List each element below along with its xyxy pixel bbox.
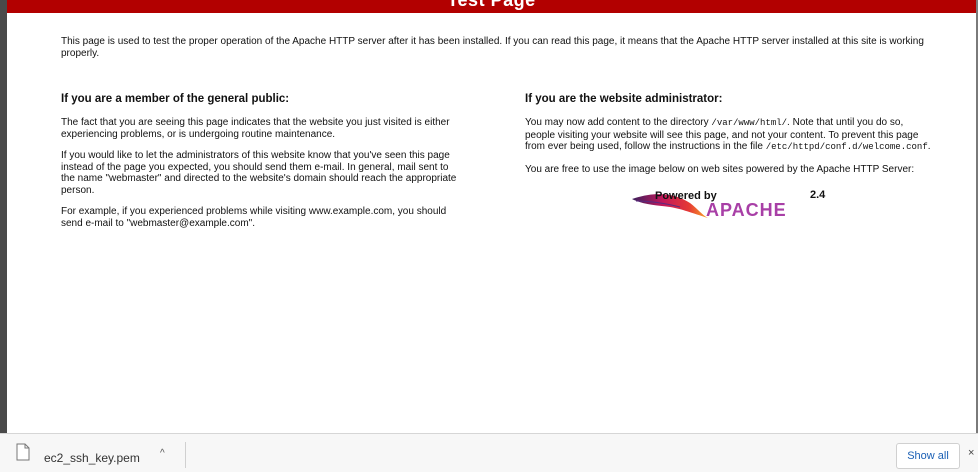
- page-banner: Test Page: [7, 0, 976, 13]
- admin-text: You may now add content to the directory: [525, 117, 712, 128]
- document-icon: [16, 443, 30, 466]
- admin-text: .: [927, 141, 931, 152]
- intro-paragraph: This page is used to test the proper ope…: [61, 36, 924, 59]
- apache-version: 2.4: [810, 189, 826, 201]
- admin-section: If you are the website administrator: Yo…: [525, 93, 935, 223]
- powered-by-apache-badge: Powered by 2.4 APACHE: [630, 187, 830, 223]
- admin-paragraph-2: You are free to use the image below on w…: [525, 163, 915, 175]
- public-paragraph-1: The fact that you are seeing this page i…: [61, 117, 450, 140]
- close-icon[interactable]: ×: [968, 447, 974, 459]
- apache-wordmark: APACHE: [706, 200, 787, 220]
- page-title: Test Page: [447, 0, 536, 10]
- public-section: If you are a member of the general publi…: [61, 93, 461, 239]
- page-content: This page is used to test the proper ope…: [61, 36, 936, 229]
- window-left-edge: [0, 0, 7, 433]
- admin-heading: If you are the website administrator:: [525, 93, 723, 105]
- chevron-up-icon[interactable]: ^: [160, 448, 165, 459]
- download-divider: [185, 442, 186, 468]
- download-bar: ec2_ssh_key.pem ^ Show all ×: [0, 433, 978, 472]
- public-paragraph-3: For example, if you experienced problems…: [61, 206, 447, 229]
- show-all-button[interactable]: Show all: [896, 443, 960, 469]
- admin-paragraph-1: You may now add content to the directory…: [525, 117, 935, 154]
- public-paragraph-2: If you would like to let the administrat…: [61, 150, 457, 196]
- config-file-path: /etc/httpd/conf.d/welcome.conf: [765, 142, 928, 152]
- directory-path: /var/www/html/: [711, 118, 788, 128]
- public-heading: If you are a member of the general publi…: [61, 93, 290, 105]
- download-file-name[interactable]: ec2_ssh_key.pem: [44, 451, 140, 465]
